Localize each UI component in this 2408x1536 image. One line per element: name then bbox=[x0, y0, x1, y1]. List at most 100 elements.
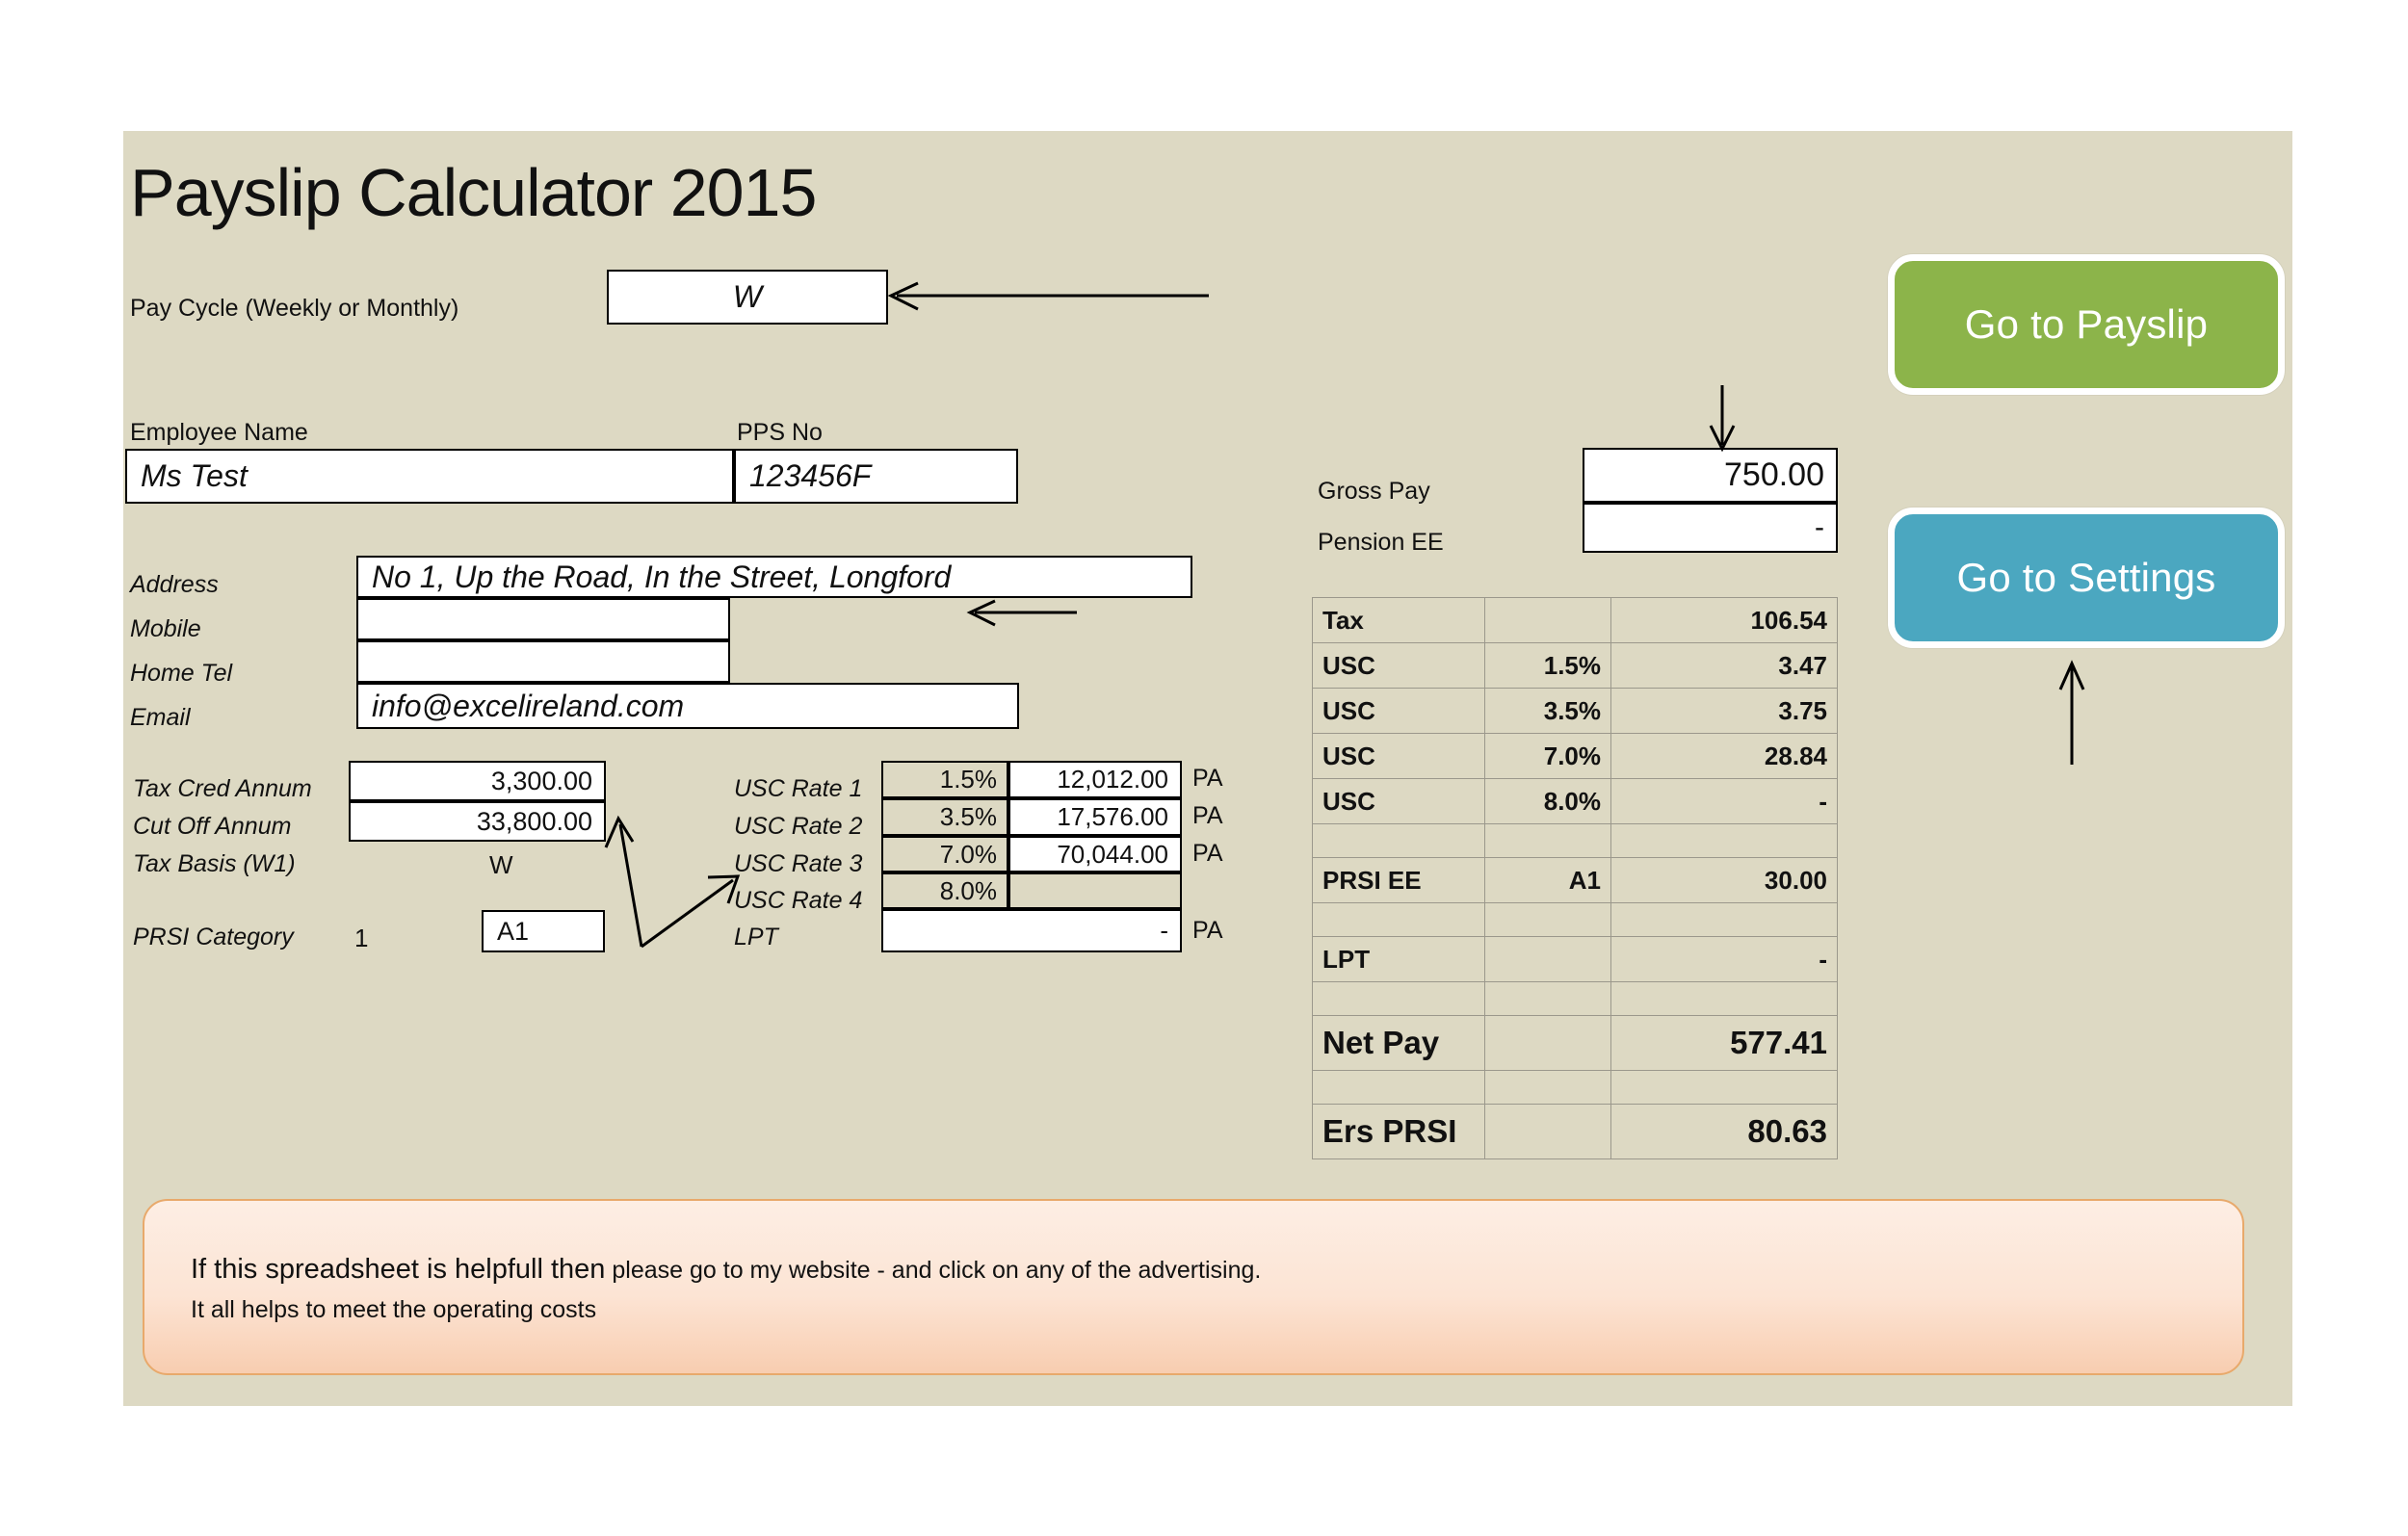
tax-basis-value: W bbox=[489, 850, 513, 879]
prsi-category-input[interactable]: A1 bbox=[482, 910, 605, 952]
results-table-row: Tax 106.54 bbox=[1312, 597, 1838, 643]
results-cell-name bbox=[1312, 1070, 1485, 1105]
results-table-body: Tax 106.54 USC 1.5% 3.47 USC 3.5% 3.75 USC 7.0% 28… bbox=[1312, 597, 1838, 1159]
results-cell-rate: 7.0% bbox=[1484, 733, 1611, 779]
results-cell-amount: 3.47 bbox=[1610, 642, 1838, 689]
mobile-label: Mobile bbox=[130, 615, 201, 642]
pps-no-label: PPS No bbox=[737, 419, 823, 446]
prsi-category-index: 1 bbox=[354, 924, 369, 952]
page-title: Payslip Calculator 2015 bbox=[130, 155, 817, 230]
results-cell-name: LPT bbox=[1312, 936, 1485, 982]
results-cell-amount: 106.54 bbox=[1610, 597, 1838, 643]
mobile-input[interactable] bbox=[356, 598, 730, 640]
address-input[interactable]: No 1, Up the Road, In the Street, Longfo… bbox=[356, 556, 1192, 598]
results-cell-rate bbox=[1484, 902, 1611, 937]
usc-band-1-amount[interactable]: 12,012.00 bbox=[1008, 761, 1182, 798]
results-cell-amount: 80.63 bbox=[1610, 1104, 1838, 1159]
usc-rate-4-value[interactable]: 8.0% bbox=[881, 872, 1008, 909]
usc-band-2-amount[interactable]: 17,576.00 bbox=[1008, 798, 1182, 836]
tax-cred-input[interactable]: 3,300.00 bbox=[349, 761, 606, 801]
info-note: If this spreadsheet is helpfull then ple… bbox=[143, 1199, 2244, 1375]
usc-band-4-amount bbox=[1008, 872, 1182, 909]
prsi-category-label: PRSI Category bbox=[133, 924, 294, 950]
results-cell-name bbox=[1312, 823, 1485, 858]
address-label: Address bbox=[130, 571, 219, 598]
results-cell-amount bbox=[1610, 1070, 1838, 1105]
results-cell-rate bbox=[1484, 1104, 1611, 1159]
cut-off-input[interactable]: 33,800.00 bbox=[349, 801, 606, 842]
usc-band-3-amount[interactable]: 70,044.00 bbox=[1008, 836, 1182, 872]
go-to-payslip-label: Go to Payslip bbox=[1964, 301, 2209, 347]
go-to-settings-button[interactable]: Go to Settings bbox=[1888, 508, 2285, 648]
info-note-line-1-strong: If this spreadsheet is helpfull then bbox=[191, 1254, 606, 1285]
results-cell-rate: A1 bbox=[1484, 857, 1611, 903]
usc-band-3-unit: PA bbox=[1192, 840, 1223, 867]
info-note-line-1: If this spreadsheet is helpfull then ple… bbox=[191, 1254, 1261, 1286]
results-cell-rate: 8.0% bbox=[1484, 778, 1611, 824]
results-table-row: Ers PRSI 80.63 bbox=[1312, 1104, 1838, 1159]
results-table-row: Net Pay 577.41 bbox=[1312, 1015, 1838, 1071]
results-cell-rate: 1.5% bbox=[1484, 642, 1611, 689]
cut-off-label: Cut Off Annum bbox=[133, 813, 292, 840]
results-cell-name: USC bbox=[1312, 733, 1485, 779]
results-table-spacer-row bbox=[1312, 823, 1838, 858]
results-cell-rate bbox=[1484, 1015, 1611, 1071]
results-table-row: USC 7.0% 28.84 bbox=[1312, 733, 1838, 779]
results-cell-rate: 3.5% bbox=[1484, 688, 1611, 734]
usc-rate-1-value[interactable]: 1.5% bbox=[881, 761, 1008, 798]
pension-ee-label: Pension EE bbox=[1318, 529, 1444, 556]
usc-rate-2-value[interactable]: 3.5% bbox=[881, 798, 1008, 836]
pay-cycle-label: Pay Cycle (Weekly or Monthly) bbox=[130, 295, 459, 322]
info-note-line-2: It all helps to meet the operating costs bbox=[191, 1296, 597, 1323]
results-table-spacer-row bbox=[1312, 981, 1838, 1016]
results-cell-amount bbox=[1610, 823, 1838, 858]
pps-no-input[interactable]: 123456F bbox=[734, 449, 1018, 504]
results-table-row: USC 1.5% 3.47 bbox=[1312, 642, 1838, 689]
results-cell-amount: - bbox=[1610, 936, 1838, 982]
usc-rate-4-label: USC Rate 4 bbox=[734, 887, 863, 914]
pension-ee-input[interactable]: - bbox=[1583, 503, 1838, 553]
gross-pay-label: Gross Pay bbox=[1318, 478, 1430, 505]
lpt-label: LPT bbox=[734, 924, 778, 950]
usc-rate-2-label: USC Rate 2 bbox=[734, 813, 863, 840]
results-table-row: USC 8.0% - bbox=[1312, 778, 1838, 824]
employee-name-input[interactable]: Ms Test bbox=[125, 449, 734, 504]
results-cell-name: PRSI EE bbox=[1312, 857, 1485, 903]
home-tel-input[interactable] bbox=[356, 640, 730, 683]
results-cell-amount bbox=[1610, 902, 1838, 937]
results-cell-amount bbox=[1610, 981, 1838, 1016]
results-cell-name: USC bbox=[1312, 642, 1485, 689]
gross-pay-input[interactable]: 750.00 bbox=[1583, 448, 1838, 503]
usc-band-2-unit: PA bbox=[1192, 802, 1223, 829]
results-cell-rate bbox=[1484, 981, 1611, 1016]
home-tel-label: Home Tel bbox=[130, 660, 233, 687]
email-input[interactable]: info@excelireland.com bbox=[356, 683, 1019, 729]
pay-cycle-input[interactable]: W bbox=[607, 270, 888, 325]
results-table-row: USC 3.5% 3.75 bbox=[1312, 688, 1838, 734]
results-cell-name: Net Pay bbox=[1312, 1015, 1485, 1071]
results-table-row: LPT - bbox=[1312, 936, 1838, 982]
results-table: Tax 106.54 USC 1.5% 3.47 USC 3.5% 3.75 USC 7.0% 28… bbox=[1312, 597, 1838, 1159]
usc-rate-3-value[interactable]: 7.0% bbox=[881, 836, 1008, 872]
results-cell-amount: - bbox=[1610, 778, 1838, 824]
results-cell-amount: 28.84 bbox=[1610, 733, 1838, 779]
results-table-spacer-row bbox=[1312, 902, 1838, 937]
go-to-payslip-button[interactable]: Go to Payslip bbox=[1888, 254, 2285, 395]
results-cell-amount: 577.41 bbox=[1610, 1015, 1838, 1071]
lpt-unit: PA bbox=[1192, 917, 1223, 944]
results-cell-name: USC bbox=[1312, 688, 1485, 734]
usc-band-1-unit: PA bbox=[1192, 765, 1223, 792]
results-table-spacer-row bbox=[1312, 1070, 1838, 1105]
results-cell-name: USC bbox=[1312, 778, 1485, 824]
results-cell-rate bbox=[1484, 936, 1611, 982]
results-cell-rate bbox=[1484, 1070, 1611, 1105]
email-label: Email bbox=[130, 704, 191, 731]
usc-rate-3-label: USC Rate 3 bbox=[734, 850, 863, 877]
results-cell-name bbox=[1312, 902, 1485, 937]
results-cell-name bbox=[1312, 981, 1485, 1016]
results-table-row: PRSI EE A1 30.00 bbox=[1312, 857, 1838, 903]
lpt-input[interactable]: - bbox=[881, 909, 1182, 952]
tax-basis-label: Tax Basis (W1) bbox=[133, 850, 296, 877]
results-cell-name: Ers PRSI bbox=[1312, 1104, 1485, 1159]
go-to-settings-label: Go to Settings bbox=[1956, 555, 2216, 600]
